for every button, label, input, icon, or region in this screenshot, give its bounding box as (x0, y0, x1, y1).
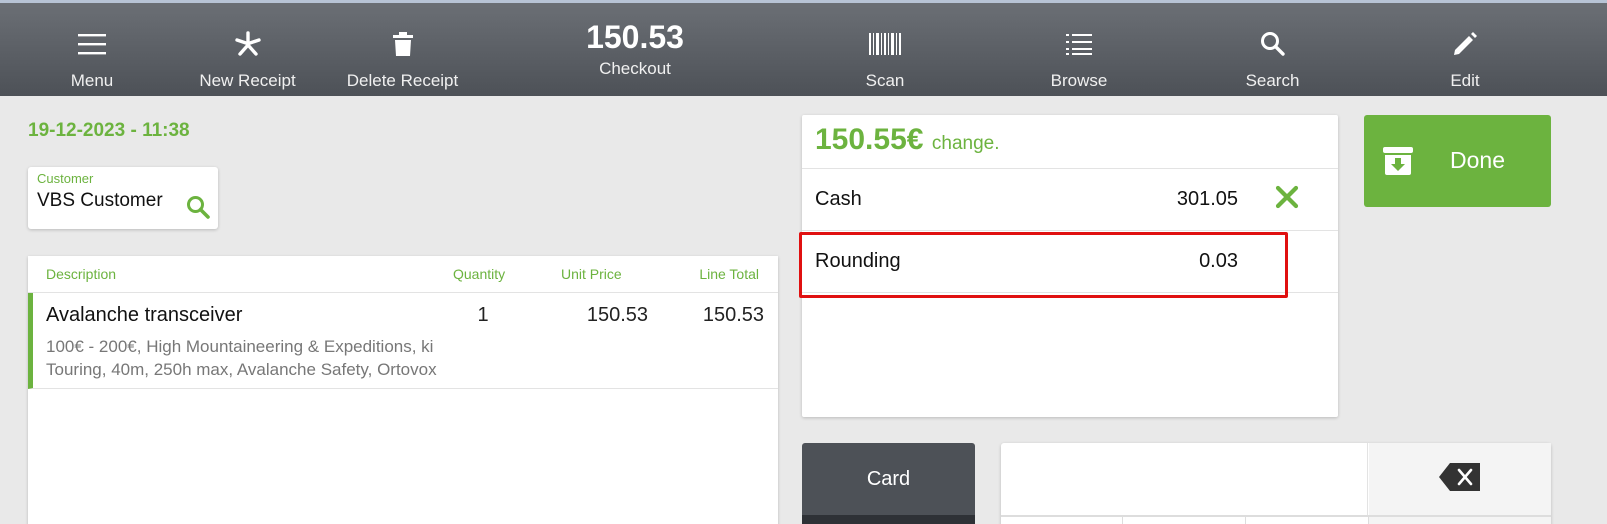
table-row[interactable]: Avalanche transceiver 100€ - 200€, High … (28, 293, 778, 389)
edit-button[interactable]: Edit (1425, 3, 1505, 96)
new-receipt-button[interactable]: New Receipt (185, 3, 310, 96)
keypad-key[interactable] (1246, 517, 1369, 524)
payment-line-label: Rounding (815, 250, 901, 272)
remove-payment-icon[interactable] (1274, 184, 1300, 215)
new-receipt-label: New Receipt (199, 71, 296, 90)
payment-method-card[interactable]: Card (802, 443, 975, 515)
item-unit-price: 150.53 (586, 304, 648, 326)
backspace-icon (1438, 462, 1482, 497)
checkout-label: Checkout (599, 59, 671, 78)
keypad-key-row (1001, 515, 1551, 524)
edit-label: Edit (1450, 71, 1480, 90)
delete-receipt-button[interactable]: Delete Receipt (330, 3, 475, 96)
customer-name: VBS Customer (37, 190, 163, 211)
trash-icon (392, 23, 414, 65)
receipt-datetime: 19-12-2023 - 11:38 (28, 120, 190, 141)
change-amount: 150.55€ (815, 123, 924, 156)
customer-selector[interactable]: Customer VBS Customer (28, 167, 218, 229)
header-quantity: Quantity (453, 266, 506, 282)
keypad-key[interactable] (1001, 517, 1123, 524)
payment-line-value: 0.03 (1199, 250, 1238, 272)
menu-label: Menu (70, 71, 114, 90)
scan-label: Scan (865, 71, 905, 90)
asterisk-icon (234, 23, 261, 65)
payment-line-value: 301.05 (1176, 188, 1238, 210)
header-unit-price: Unit Price (561, 266, 622, 282)
scan-button[interactable]: Scan (840, 3, 930, 96)
delete-receipt-label: Delete Receipt (346, 71, 459, 90)
receipt-items-table: Description Quantity Unit Price Line Tot… (28, 256, 778, 524)
barcode-icon (868, 23, 902, 65)
payment-method-next[interactable] (802, 515, 975, 524)
backspace-button[interactable] (1369, 443, 1551, 515)
hamburger-menu-icon (77, 23, 107, 65)
payment-line-rounding[interactable]: Rounding 0.03 (802, 231, 1338, 293)
browse-button[interactable]: Browse (1030, 3, 1128, 96)
keypad (1001, 443, 1551, 524)
keypad-key[interactable] (1369, 517, 1551, 524)
payment-line-cash[interactable]: Cash 301.05 (802, 169, 1338, 231)
table-header: Description Quantity Unit Price Line Tot… (28, 256, 778, 293)
menu-button[interactable]: Menu (50, 3, 134, 96)
change-line: 150.55€ change. (802, 115, 1338, 169)
archive-download-icon (1382, 146, 1414, 181)
search-label: Search (1245, 71, 1300, 90)
list-icon (1065, 23, 1093, 65)
done-label: Done (1450, 147, 1505, 173)
item-details: 100€ - 200€, High Mountaineering & Exped… (46, 337, 437, 379)
customer-search-icon[interactable] (186, 195, 210, 224)
checkout-amount: 150.53 (586, 19, 684, 55)
done-button[interactable]: Done (1364, 115, 1551, 207)
item-name: Avalanche transceiver (46, 304, 243, 326)
top-toolbar: Menu New Receipt Delete Receipt 150.53 C… (0, 0, 1607, 96)
payment-panel: 150.55€ change. Cash 301.05 Rounding 0.0… (802, 115, 1338, 417)
item-line-total: 150.53 (702, 304, 764, 326)
item-quantity: 1 (477, 304, 489, 326)
payment-line-label: Cash (815, 188, 862, 210)
change-label: change. (931, 133, 1000, 154)
search-button[interactable]: Search (1225, 3, 1320, 96)
browse-label: Browse (1050, 71, 1108, 90)
keypad-display (1001, 443, 1368, 515)
checkout-button[interactable]: 150.53 Checkout (560, 19, 710, 79)
header-line-total: Line Total (699, 266, 759, 282)
search-icon (1260, 23, 1286, 65)
header-description: Description (46, 266, 117, 282)
customer-label: Customer (37, 171, 94, 186)
keypad-key[interactable] (1123, 517, 1246, 524)
pencil-icon (1452, 23, 1478, 65)
